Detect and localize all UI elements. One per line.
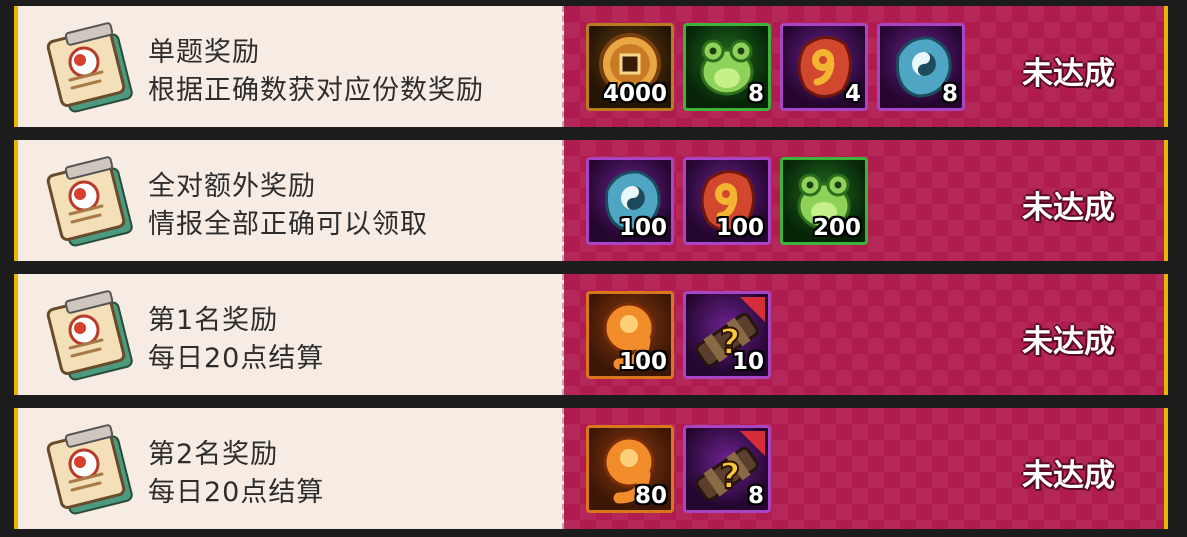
reward-info-panel: 第1名奖励每日20点结算 xyxy=(18,274,564,395)
reward-book-icon xyxy=(36,422,136,517)
reward-list: 单题奖励 根据正确数获对应份数奖励 4000 8 4 8 未达成 全对额外奖励 情报全部正确可以… xyxy=(0,0,1187,537)
reward-quantity: 200 xyxy=(812,215,861,241)
reward-title: 第1名奖励 xyxy=(148,305,279,336)
reward-description: 情报全部正确可以领取 xyxy=(148,209,428,240)
reward-items-panel: 4000 8 4 8 未达成 xyxy=(564,6,1164,127)
reward-items-panel: 100 10 未达成 xyxy=(564,274,1164,395)
reward-items: 4000 8 4 8 xyxy=(586,23,965,111)
status-label: 未达成 xyxy=(1022,324,1115,360)
reward-item[interactable]: 100 xyxy=(683,157,771,245)
reward-items: 100 10 xyxy=(586,291,771,379)
reward-book-icon xyxy=(36,288,136,383)
reward-items-panel: 100 100 200 未达成 xyxy=(564,140,1164,261)
reward-item[interactable]: 100 xyxy=(586,291,674,379)
reward-item[interactable]: 8 xyxy=(683,425,771,513)
reward-item[interactable]: 8 xyxy=(877,23,965,111)
reward-quantity: 4000 xyxy=(602,81,667,107)
reward-item[interactable]: 8 xyxy=(683,23,771,111)
reward-quantity: 100 xyxy=(715,215,764,241)
reward-quantity: 10 xyxy=(731,349,764,375)
reward-quantity: 100 xyxy=(618,349,667,375)
reward-info-panel: 单题奖励根据正确数获对应份数奖励 xyxy=(18,6,564,127)
reward-item[interactable]: 80 xyxy=(586,425,674,513)
reward-items: 100 100 200 xyxy=(586,157,868,245)
reward-item[interactable]: 4000 xyxy=(586,23,674,111)
reward-row: 全对额外奖励情报全部正确可以领取 100 100 200 未达成 xyxy=(14,140,1168,261)
reward-title: 第2名奖励 xyxy=(148,439,279,470)
reward-quantity: 80 xyxy=(634,483,667,509)
reward-item[interactable]: 100 xyxy=(586,157,674,245)
reward-quantity: 4 xyxy=(844,81,861,107)
reward-row: 第2名奖励每日20点结算 80 8 未达成 xyxy=(14,408,1168,529)
reward-description: 每日20点结算 xyxy=(148,343,325,374)
reward-title: 全对额外奖励 xyxy=(148,171,316,202)
reward-info-panel: 第2名奖励每日20点结算 xyxy=(18,408,564,529)
status-label: 未达成 xyxy=(1022,458,1115,494)
reward-info-panel: 全对额外奖励情报全部正确可以领取 xyxy=(18,140,564,261)
reward-item[interactable]: 4 xyxy=(780,23,868,111)
reward-description: 根据正确数获对应份数奖励 xyxy=(148,75,484,106)
reward-title: 单题奖励 xyxy=(148,37,260,68)
reward-items-panel: 80 8 未达成 xyxy=(564,408,1164,529)
reward-description: 每日20点结算 xyxy=(148,477,325,508)
reward-quantity: 100 xyxy=(618,215,667,241)
reward-row: 单题奖励根据正确数获对应份数奖励 4000 8 4 8 未达成 xyxy=(14,6,1168,127)
reward-book-icon xyxy=(36,20,136,115)
reward-quantity: 8 xyxy=(941,81,958,107)
reward-quantity: 8 xyxy=(747,483,764,509)
reward-item[interactable]: 10 xyxy=(683,291,771,379)
reward-item[interactable]: 200 xyxy=(780,157,868,245)
reward-row: 第1名奖励每日20点结算 100 10 未达成 xyxy=(14,274,1168,395)
status-label: 未达成 xyxy=(1022,190,1115,226)
reward-quantity: 8 xyxy=(747,81,764,107)
reward-items: 80 8 xyxy=(586,425,771,513)
reward-book-icon xyxy=(36,154,136,249)
status-label: 未达成 xyxy=(1022,56,1115,92)
